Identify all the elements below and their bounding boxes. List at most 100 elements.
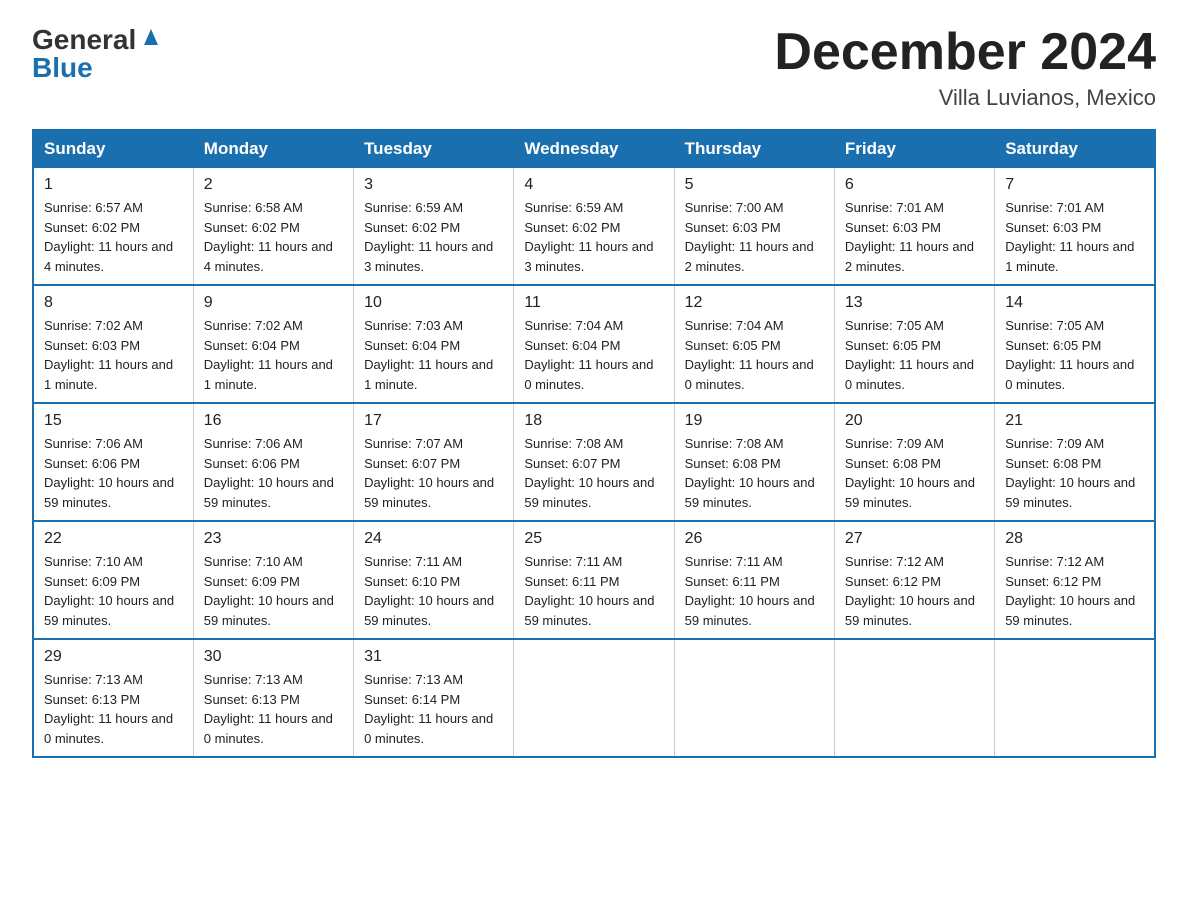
day-number: 15	[44, 412, 183, 430]
weekday-header-saturday: Saturday	[995, 130, 1155, 168]
day-number: 21	[1005, 412, 1144, 430]
sunset-label: Sunset: 6:08 PM	[685, 456, 781, 471]
sunrise-label: Sunrise: 7:09 AM	[845, 436, 944, 451]
daylight-label: Daylight: 10 hours and 59 minutes.	[204, 593, 334, 628]
weekday-header-thursday: Thursday	[674, 130, 834, 168]
calendar-day-cell: 23Sunrise: 7:10 AMSunset: 6:09 PMDayligh…	[193, 521, 353, 639]
daylight-label: Daylight: 11 hours and 0 minutes.	[845, 357, 974, 392]
page-header: General Blue December 2024 Villa Luviano…	[32, 24, 1156, 111]
day-info: Sunrise: 7:02 AMSunset: 6:04 PMDaylight:…	[204, 316, 343, 394]
day-number: 1	[44, 176, 183, 194]
day-info: Sunrise: 7:09 AMSunset: 6:08 PMDaylight:…	[845, 434, 984, 512]
daylight-label: Daylight: 10 hours and 59 minutes.	[1005, 593, 1135, 628]
daylight-label: Daylight: 11 hours and 0 minutes.	[364, 711, 493, 746]
day-number: 25	[524, 530, 663, 548]
sunrise-label: Sunrise: 7:06 AM	[44, 436, 143, 451]
day-number: 27	[845, 530, 984, 548]
sunset-label: Sunset: 6:07 PM	[364, 456, 460, 471]
calendar-day-cell: 11Sunrise: 7:04 AMSunset: 6:04 PMDayligh…	[514, 285, 674, 403]
daylight-label: Daylight: 10 hours and 59 minutes.	[845, 593, 975, 628]
daylight-label: Daylight: 11 hours and 0 minutes.	[44, 711, 173, 746]
sunset-label: Sunset: 6:03 PM	[845, 220, 941, 235]
day-number: 18	[524, 412, 663, 430]
calendar-day-cell: 5 Sunrise: 7:00 AMSunset: 6:03 PMDaylight…	[674, 168, 834, 286]
daylight-label: Daylight: 11 hours and 0 minutes.	[685, 357, 814, 392]
day-info: Sunrise: 7:09 AMSunset: 6:08 PMDaylight:…	[1005, 434, 1144, 512]
sunrise-label: Sunrise: 7:13 AM	[364, 672, 463, 687]
logo-triangle-icon	[140, 25, 162, 52]
calendar-day-cell: 22 Sunrise: 7:10 AMSunset: 6:09 PMDayligh…	[33, 521, 193, 639]
daylight-label: Daylight: 10 hours and 59 minutes.	[685, 593, 815, 628]
calendar-day-cell: 18Sunrise: 7:08 AMSunset: 6:07 PMDayligh…	[514, 403, 674, 521]
day-info: Sunrise: 7:00 AMSunset: 6:03 PMDaylight:…	[685, 198, 824, 276]
sunset-label: Sunset: 6:11 PM	[524, 574, 619, 589]
sunset-label: Sunset: 6:14 PM	[364, 692, 460, 707]
calendar-week-row: 15 Sunrise: 7:06 AMSunset: 6:06 PMDayligh…	[33, 403, 1155, 521]
day-number: 5	[685, 176, 824, 194]
daylight-label: Daylight: 11 hours and 0 minutes.	[204, 711, 333, 746]
daylight-label: Daylight: 11 hours and 4 minutes.	[44, 239, 173, 274]
daylight-label: Daylight: 11 hours and 4 minutes.	[204, 239, 333, 274]
day-info: Sunrise: 7:10 AMSunset: 6:09 PMDaylight:…	[44, 552, 183, 630]
day-info: Sunrise: 7:13 AM Sunset: 6:13 PM Daylight:…	[204, 670, 343, 748]
sunset-label: Sunset: 6:12 PM	[1005, 574, 1101, 589]
day-number: 12	[685, 294, 824, 312]
sunset-label: Sunset: 6:08 PM	[845, 456, 941, 471]
daylight-label: Daylight: 11 hours and 1 minute.	[204, 357, 333, 392]
day-number: 22	[44, 530, 183, 548]
daylight-label: Daylight: 11 hours and 0 minutes.	[524, 357, 653, 392]
calendar-day-cell: 12Sunrise: 7:04 AMSunset: 6:05 PMDayligh…	[674, 285, 834, 403]
day-info: Sunrise: 7:06 AMSunset: 6:06 PMDaylight:…	[44, 434, 183, 512]
calendar-day-cell: 27 Sunrise: 7:12 AMSunset: 6:12 PMDayligh…	[834, 521, 994, 639]
day-number: 30	[204, 648, 343, 666]
day-info: Sunrise: 7:02 AMSunset: 6:03 PMDaylight:…	[44, 316, 183, 394]
sunrise-label: Sunrise: 7:13 AM	[204, 672, 303, 687]
calendar-day-cell: 8Sunrise: 7:02 AMSunset: 6:03 PMDaylight…	[33, 285, 193, 403]
day-number: 23	[204, 530, 343, 548]
calendar-week-row: 8Sunrise: 7:02 AMSunset: 6:03 PMDaylight…	[33, 285, 1155, 403]
day-number: 28	[1005, 530, 1144, 548]
daylight-label: Daylight: 10 hours and 59 minutes.	[524, 475, 654, 510]
sunrise-label: Sunrise: 7:06 AM	[204, 436, 303, 451]
day-info: Sunrise: 7:12 AMSunset: 6:12 PMDaylight:…	[845, 552, 984, 630]
daylight-label: Daylight: 10 hours and 59 minutes.	[685, 475, 815, 510]
sunrise-label: Sunrise: 7:01 AM	[845, 200, 944, 215]
calendar-day-cell: 2Sunrise: 6:58 AMSunset: 6:02 PMDaylight…	[193, 168, 353, 286]
sunset-label: Sunset: 6:04 PM	[524, 338, 620, 353]
calendar-week-row: 1 Sunrise: 6:57 AMSunset: 6:02 PMDaylight…	[33, 168, 1155, 286]
weekday-header-wednesday: Wednesday	[514, 130, 674, 168]
day-info: Sunrise: 7:11 AMSunset: 6:11 PMDaylight:…	[524, 552, 663, 630]
calendar-day-cell: 9Sunrise: 7:02 AMSunset: 6:04 PMDaylight…	[193, 285, 353, 403]
sunset-label: Sunset: 6:02 PM	[44, 220, 140, 235]
sunrise-label: Sunrise: 6:59 AM	[364, 200, 463, 215]
weekday-header-tuesday: Tuesday	[354, 130, 514, 168]
day-info: Sunrise: 7:06 AMSunset: 6:06 PMDaylight:…	[204, 434, 343, 512]
day-info: Sunrise: 6:57 AMSunset: 6:02 PMDaylight:…	[44, 198, 183, 276]
day-number: 7	[1005, 176, 1144, 194]
day-info: Sunrise: 7:05 AMSunset: 6:05 PMDaylight:…	[1005, 316, 1144, 394]
day-number: 3	[364, 176, 503, 194]
sunrise-label: Sunrise: 6:59 AM	[524, 200, 623, 215]
sunset-label: Sunset: 6:03 PM	[1005, 220, 1101, 235]
sunrise-label: Sunrise: 7:04 AM	[685, 318, 784, 333]
sunrise-label: Sunrise: 7:08 AM	[685, 436, 784, 451]
daylight-label: Daylight: 11 hours and 3 minutes.	[524, 239, 653, 274]
daylight-label: Daylight: 11 hours and 0 minutes.	[1005, 357, 1134, 392]
calendar-day-cell: 14 Sunrise: 7:05 AMSunset: 6:05 PMDayligh…	[995, 285, 1155, 403]
sunset-label: Sunset: 6:04 PM	[204, 338, 300, 353]
sunset-label: Sunset: 6:13 PM	[204, 692, 300, 707]
sunrise-label: Sunrise: 7:10 AM	[44, 554, 143, 569]
daylight-label: Daylight: 10 hours and 59 minutes.	[44, 593, 174, 628]
day-number: 31	[364, 648, 503, 666]
calendar-day-cell: 15 Sunrise: 7:06 AMSunset: 6:06 PMDayligh…	[33, 403, 193, 521]
sunset-label: Sunset: 6:02 PM	[204, 220, 300, 235]
sunset-label: Sunset: 6:08 PM	[1005, 456, 1101, 471]
logo-blue-text: Blue	[32, 52, 93, 84]
calendar-day-cell: 13Sunrise: 7:05 AMSunset: 6:05 PMDayligh…	[834, 285, 994, 403]
day-number: 17	[364, 412, 503, 430]
sunset-label: Sunset: 6:10 PM	[364, 574, 460, 589]
day-info: Sunrise: 7:01 AMSunset: 6:03 PMDaylight:…	[845, 198, 984, 276]
day-number: 19	[685, 412, 824, 430]
day-number: 14	[1005, 294, 1144, 312]
sunset-label: Sunset: 6:11 PM	[685, 574, 780, 589]
